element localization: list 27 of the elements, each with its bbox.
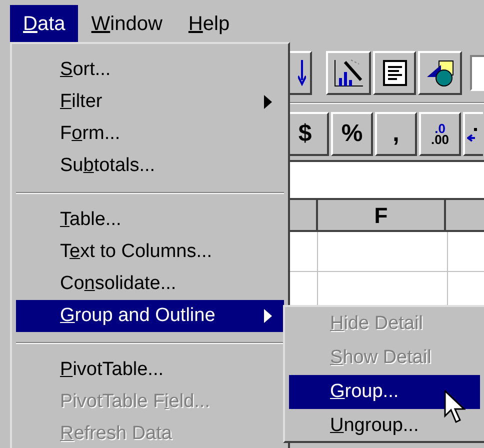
shapes-icon <box>425 59 455 87</box>
menu-item[interactable]: Group and Outline <box>16 300 284 332</box>
menu-bar-item[interactable]: Help <box>175 5 243 42</box>
menu-item[interactable]: Table... <box>16 204 284 236</box>
mouse-pointer-icon <box>444 390 466 424</box>
menu-item[interactable]: Ungroup... <box>289 409 480 443</box>
toolbar-button[interactable] <box>418 51 462 95</box>
format-button[interactable]: , <box>375 112 417 156</box>
toolbar-button[interactable] <box>373 51 416 95</box>
toolbar-button[interactable] <box>463 112 483 156</box>
menu-item[interactable]: Sort... <box>16 54 284 86</box>
menu-item[interactable]: Group... <box>289 375 480 409</box>
increase-decimal-button[interactable]: .0 .00 <box>419 112 461 156</box>
menu-item[interactable]: Text to Columns... <box>16 236 284 268</box>
text-box-icon <box>382 60 406 86</box>
sort-arrow-icon <box>298 60 306 86</box>
menu-item[interactable]: Consolidate... <box>16 268 284 300</box>
menu-item[interactable]: PivotTable... <box>16 354 284 386</box>
chart-wand-icon <box>332 58 364 88</box>
format-button[interactable]: % <box>331 112 373 156</box>
font-field[interactable] <box>470 55 484 91</box>
menu-item[interactable]: Filter <box>16 86 284 118</box>
toolbar-button[interactable] <box>326 51 371 95</box>
menu-bar-item[interactable]: Window <box>78 5 176 42</box>
menu-bar-item[interactable]: Data <box>10 5 78 42</box>
menu-item[interactable]: Subtotals... <box>16 150 284 182</box>
menu-item[interactable]: Form... <box>16 118 284 150</box>
